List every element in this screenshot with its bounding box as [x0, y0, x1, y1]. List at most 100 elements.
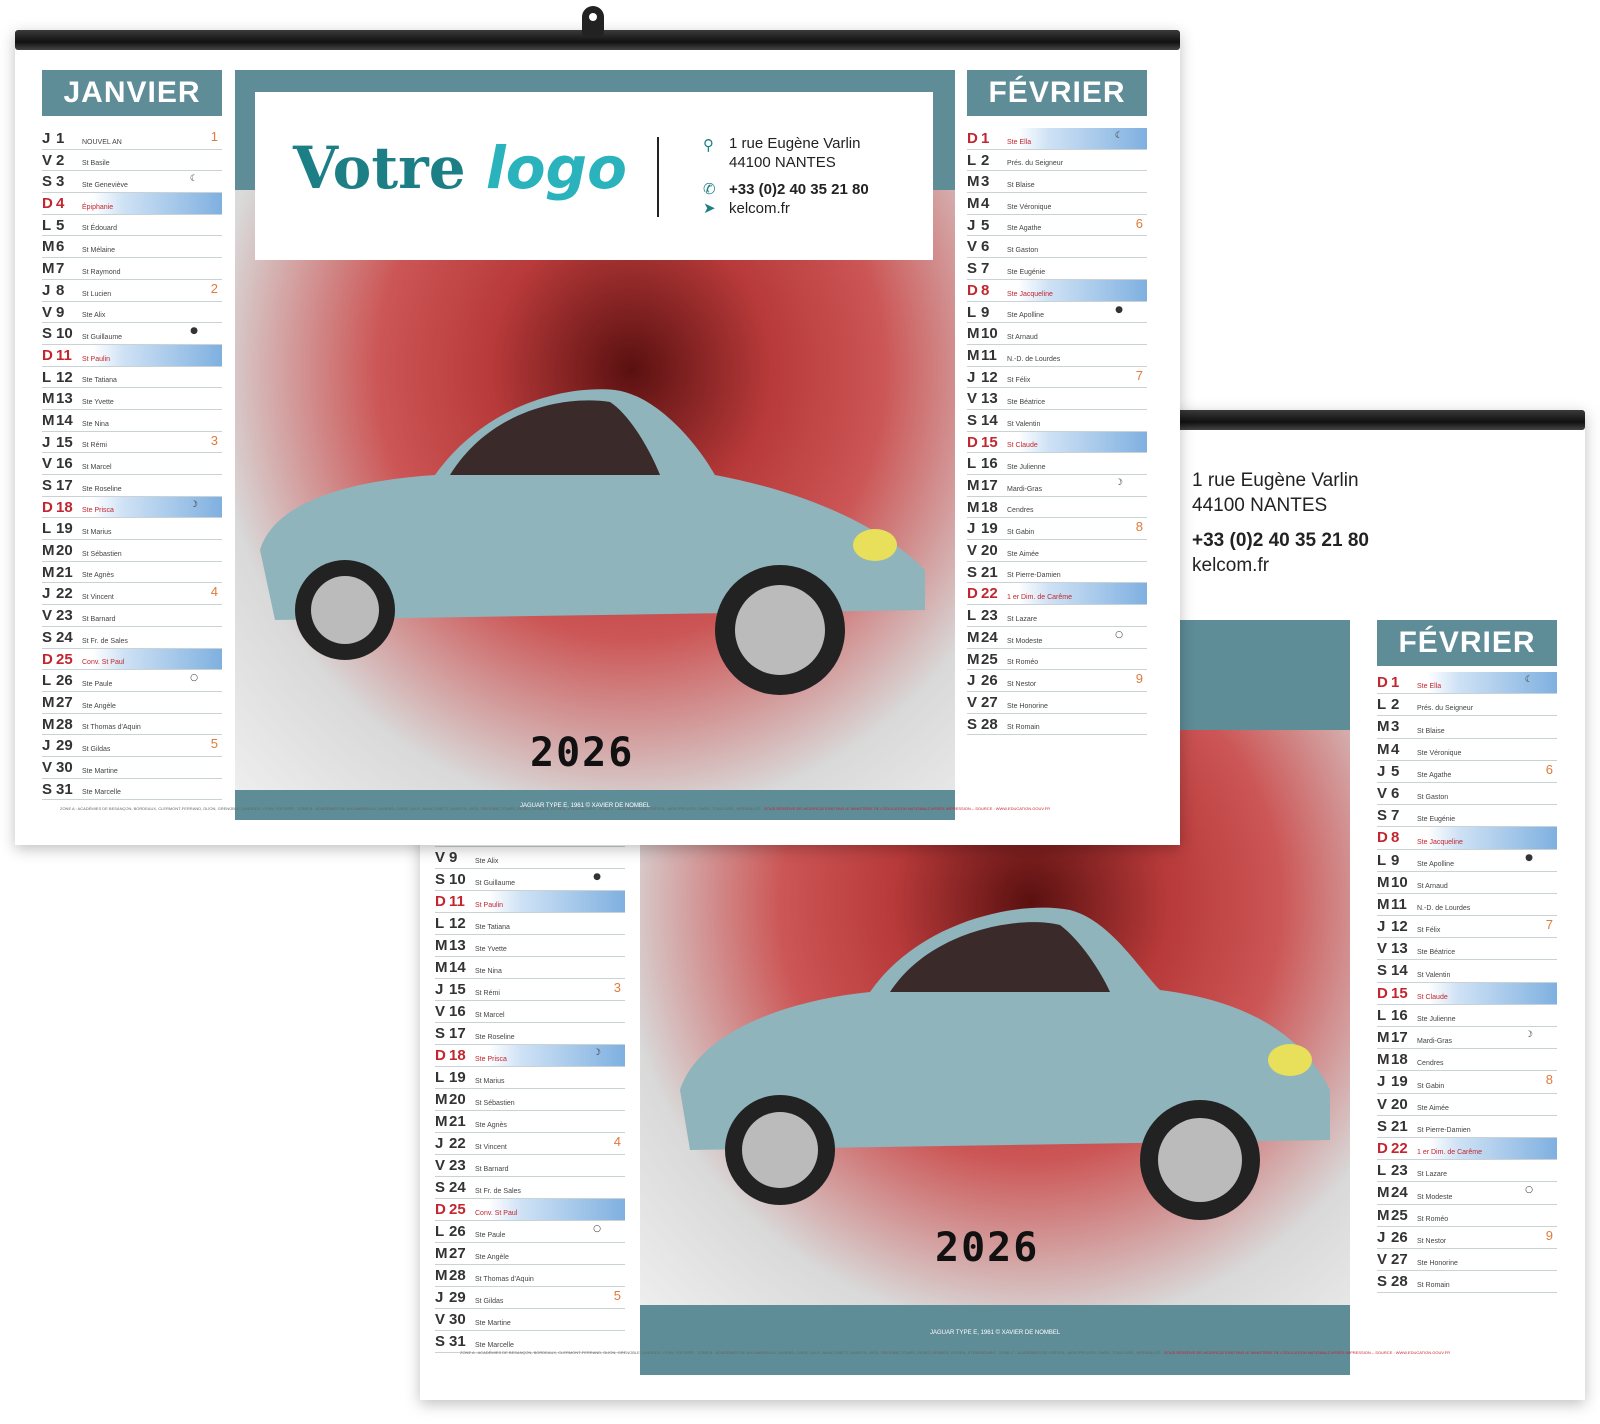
day-letter: J [435, 981, 444, 998]
day-number: 14 [449, 959, 466, 976]
saint-name: St Claude [1007, 442, 1038, 450]
day-letter: M [42, 238, 55, 256]
day-number: 24 [1391, 1184, 1408, 1202]
day-number: 29 [56, 737, 73, 755]
day-number: 4 [1391, 740, 1400, 758]
back-fevrier-day-row: M 4 Ste Véronique [1377, 739, 1557, 761]
janvier-day-row: M 27 Ste Angèle [42, 692, 222, 714]
car-photo: 2026 [235, 190, 955, 790]
saint-name: St Paulin [475, 902, 504, 909]
day-letter: L [1377, 1006, 1387, 1024]
saint-name: St Marius [475, 1078, 505, 1085]
fevrier-day-row: M 3 St Blaise [967, 171, 1147, 194]
janvier-day-row: S 24 St Fr. de Sales [42, 627, 222, 649]
week-number: 8 [1545, 1072, 1553, 1088]
day-letter: M [967, 498, 980, 516]
back-janvier-day-row: V 9 Ste Alix [435, 847, 625, 869]
day-letter: V [967, 542, 978, 560]
back-janvier-day-row: J 15 St Rémi 3 [435, 979, 625, 1001]
day-letter: V [42, 455, 53, 473]
fevrier-day-row: D 1 Ste Ella ☾ [967, 128, 1147, 150]
fevrier-day-row: M 25 St Roméo [967, 649, 1147, 671]
car-illustration [260, 389, 925, 695]
saint-name: St Barnard [82, 615, 116, 623]
day-letter: J [435, 1289, 444, 1306]
day-letter: D [435, 1201, 446, 1218]
day-number: 21 [56, 563, 73, 581]
week-number: 3 [613, 980, 621, 995]
saint-name: Prés. du Seigneur [1007, 160, 1064, 168]
day-letter: M [1377, 1051, 1390, 1069]
janvier-day-row: D 11 St Paulin [42, 344, 222, 367]
day-number: 10 [1391, 873, 1408, 891]
day-letter: S [435, 871, 446, 888]
saint-name: St Guillaume [475, 880, 516, 887]
saint-name: St Arnaud [1007, 333, 1038, 341]
day-letter: V [967, 390, 978, 408]
saint-name: St Marcel [475, 1012, 505, 1019]
back-fevrier-day-row: D 8 Ste Jacqueline [1377, 827, 1557, 850]
saint-name: St Gildas [82, 745, 111, 753]
janvier-day-row: M 6 St Mélaine [42, 236, 222, 259]
day-number: 5 [56, 216, 65, 234]
back-janvier-day-row: J 22 St Vincent 4 [435, 1133, 625, 1155]
day-number: 20 [981, 542, 998, 560]
day-number: 28 [449, 1267, 466, 1284]
fevrier-day-row: J 12 St Félix 7 [967, 367, 1147, 389]
saint-name: St Paulin [82, 355, 111, 363]
day-number: 19 [56, 520, 73, 538]
day-number: 16 [56, 455, 73, 473]
day-number: 8 [981, 281, 990, 299]
saint-name: Conv. St Paul [82, 659, 125, 667]
day-letter: S [1377, 1273, 1388, 1291]
back-fevrier-day-row: M 17 Mardi-Gras ☽ [1377, 1027, 1557, 1050]
footer-notice: SOUS RÉSERVE DE MODIFICATIONS PAR LE MIN… [763, 806, 1051, 811]
janvier-day-row: M 7 St Raymond [42, 258, 222, 280]
saint-name: Ste Aimée [1417, 1104, 1449, 1112]
fevrier-day-row: L 2 Prés. du Seigneur [967, 150, 1147, 172]
saint-name: St Pierre-Damien [1007, 572, 1061, 580]
day-number: 9 [981, 303, 990, 321]
back-fevrier-day-row: J 5 Ste Agathe 6 [1377, 761, 1557, 783]
day-number: 16 [449, 1003, 466, 1020]
day-number: 12 [981, 368, 998, 386]
back-contact: 1 rue Eugène Varlin 44100 NANTES +33 (0)… [1192, 468, 1369, 578]
fevrier-day-row: M 17 Mardi-Gras ☽ [967, 475, 1147, 497]
day-number: 17 [981, 477, 998, 494]
day-number: 30 [449, 1311, 466, 1328]
janvier-day-row: J 15 St Rémi 3 [42, 432, 222, 454]
day-letter: S [42, 628, 53, 646]
day-number: 21 [449, 1113, 466, 1130]
back-janvier-day-row: D 25 Conv. St Paul [435, 1199, 625, 1221]
saint-name: St Vincent [475, 1144, 507, 1151]
saint-name: St Arnaud [1417, 882, 1448, 890]
day-letter: M [967, 346, 980, 364]
day-letter: M [435, 937, 448, 954]
saint-name: St Romain [1007, 724, 1040, 732]
day-letter: M [1377, 895, 1390, 913]
saint-name: Ste Angèle [475, 1254, 509, 1261]
saint-name: Ste Julienne [1417, 1016, 1456, 1023]
back-janvier-day-row: M 14 Ste Nina [435, 957, 625, 979]
day-number: 11 [1391, 895, 1407, 913]
back-website: kelcom.fr [1192, 555, 1270, 576]
day-letter: J [42, 585, 51, 603]
day-number: 23 [981, 607, 998, 625]
day-number: 16 [1391, 1006, 1408, 1024]
week-number: 4 [210, 584, 218, 600]
saint-name: Ste Alix [82, 312, 106, 320]
back-janvier-day-row: S 17 Ste Roseline [435, 1023, 625, 1045]
saint-name: St Roméo [1007, 659, 1039, 667]
logo-italic: logo [485, 134, 627, 202]
moon-phase-icon: ● [1525, 852, 1533, 863]
day-letter: M [967, 650, 980, 668]
day-number: 6 [981, 238, 990, 256]
day-number: 27 [981, 693, 998, 711]
day-number: 18 [449, 1047, 466, 1064]
saint-name: Ste Roseline [475, 1034, 515, 1041]
day-letter: M [967, 628, 980, 646]
saint-name: Ste Béatrice [1007, 398, 1046, 406]
day-letter: M [42, 563, 55, 581]
day-letter: D [42, 498, 53, 516]
back-address-line2: 44100 NANTES [1192, 495, 1328, 516]
